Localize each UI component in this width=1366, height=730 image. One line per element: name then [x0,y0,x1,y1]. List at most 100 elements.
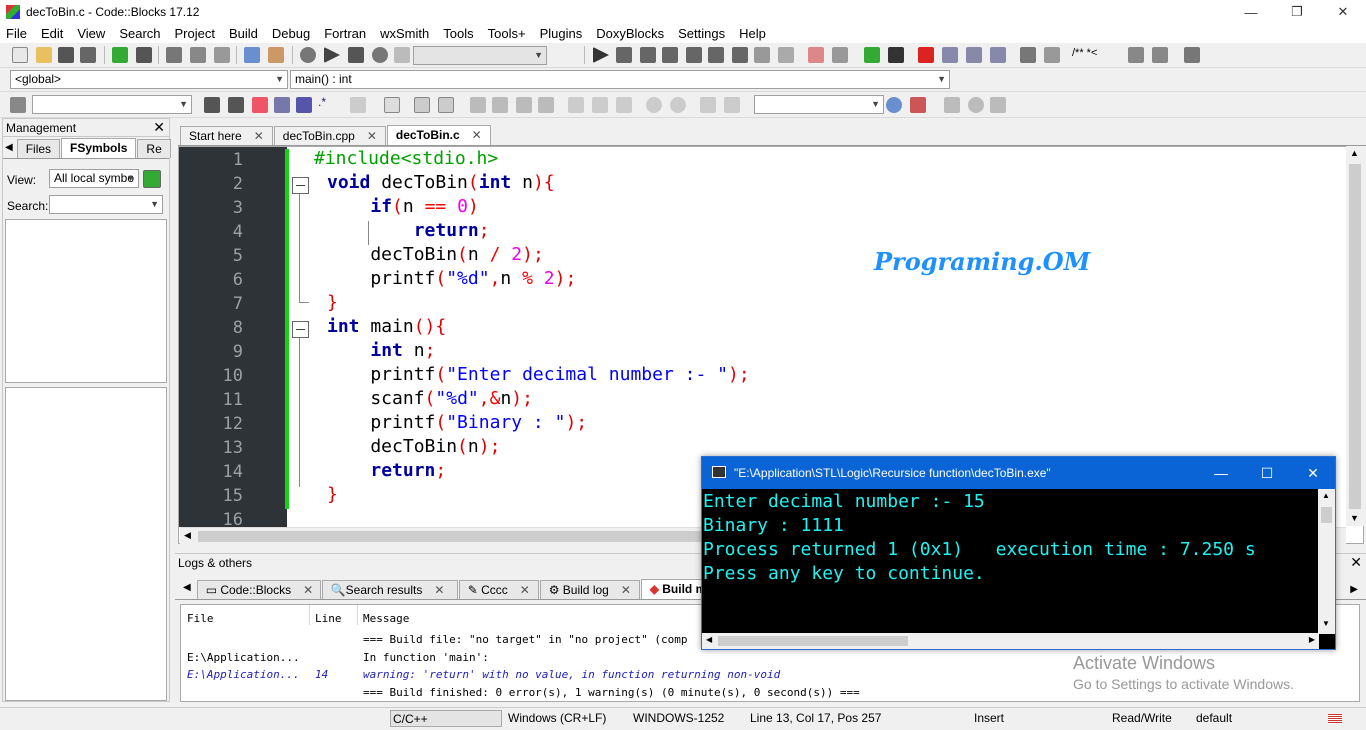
open-file-icon[interactable] [36,47,52,63]
build-run-icon[interactable] [348,47,364,63]
scroll-down-icon[interactable]: ▼ [1322,619,1330,628]
tab-search-results[interactable]: 🔍Search results ✕ [321,580,458,599]
step-instruction-icon[interactable] [732,47,748,63]
tab-resources[interactable]: Re [137,139,171,158]
clear-search-icon[interactable] [10,97,26,113]
s-tool-icon[interactable] [700,97,716,113]
run-to-cursor-icon[interactable] [616,47,632,63]
symbol-search-input[interactable]: ▼ [754,95,884,114]
debug-info-icon[interactable] [832,47,848,63]
next-line-icon[interactable] [640,47,656,63]
save-all-icon[interactable] [80,47,96,63]
abort-icon[interactable] [394,47,410,63]
view-select[interactable]: All local symbo ▼ [49,169,139,188]
menu-edit[interactable]: Edit [41,26,63,41]
code-line[interactable]: } [327,291,750,315]
scroll-left-icon[interactable]: ◀ [184,530,191,541]
fold-toggle-icon[interactable] [292,321,309,338]
debug-run-icon[interactable] [593,47,609,63]
console-window[interactable]: "E:\Application\STL\Logic\Recursice func… [701,456,1336,650]
debug-windows-icon[interactable] [808,47,824,63]
tab-dectobin-c[interactable]: decToBin.c ✕ [386,125,491,145]
nassi-icon[interactable] [568,97,584,113]
close-icon[interactable]: ✕ [621,583,631,597]
close-button[interactable]: ✕ [1320,0,1366,24]
code-line[interactable]: printf("%d",n % 2); [327,267,750,291]
c-tool-icon[interactable] [724,97,740,113]
console-maximize-button[interactable]: ☐ [1244,457,1290,489]
menu-file[interactable]: File [6,26,27,41]
close-icon[interactable]: ✕ [153,119,165,136]
bookmark-toggle-icon[interactable] [918,47,934,63]
find-next-icon[interactable] [228,97,244,113]
console-close-button[interactable]: ✕ [1290,457,1336,489]
close-icon[interactable]: ✕ [303,583,313,597]
nav-back-icon[interactable] [944,97,960,113]
bookmark-prev-icon[interactable] [942,47,958,63]
doxywizard-icon[interactable] [1020,47,1036,63]
menu-tools[interactable]: Tools [443,26,473,41]
menu-search[interactable]: Search [119,26,160,41]
menu-settings[interactable]: Settings [678,26,725,41]
code-line[interactable]: printf("Binary : "); [327,411,750,435]
scope-select[interactable]: <global> ▼ [10,70,288,89]
selected-text-icon[interactable] [274,97,290,113]
console-minimize-button[interactable]: — [1198,457,1244,489]
pause-icon[interactable] [754,47,770,63]
incremental-search-input[interactable]: ▼ [32,95,192,114]
scroll-up-icon[interactable]: ▲ [1322,491,1330,500]
menu-fortran[interactable]: Fortran [324,26,366,41]
doxy-html-icon[interactable] [1128,47,1144,63]
scroll-right-icon[interactable]: ▶ [1309,635,1315,644]
tab-cccc[interactable]: ✎ Cccc ✕ [458,580,539,599]
match-case-icon[interactable] [296,97,312,113]
code-line[interactable]: return; [327,459,750,483]
code-line[interactable]: return; [327,219,750,243]
scroll-down-icon[interactable]: ▼ [1350,513,1359,523]
paste-icon[interactable] [214,47,230,63]
symbol-find-icon[interactable] [886,97,902,113]
tab-scroll-left-icon[interactable]: ◀ [183,582,191,593]
code-line[interactable]: decToBin(n / 2); [327,243,750,267]
nav-forward-icon[interactable] [990,97,1006,113]
find-prev-icon[interactable] [204,97,220,113]
tab-codeblocks-log[interactable]: ▭ Code::Blocks ✕ [196,580,321,599]
next-instruction-icon[interactable] [708,47,724,63]
save-icon[interactable] [58,47,74,63]
stop-debug-icon[interactable] [778,47,794,63]
menu-help[interactable]: Help [739,26,766,41]
close-icon[interactable]: ✕ [1350,554,1362,571]
doxy-help-icon[interactable] [1152,47,1168,63]
menu-build[interactable]: Build [229,26,258,41]
code-line[interactable]: decToBin(n); [327,435,750,459]
console-title-bar[interactable]: "E:\Application\STL\Logic\Recursice func… [702,457,1335,489]
close-icon[interactable]: ✕ [367,129,377,143]
symbol-search-field[interactable]: ▼ [49,195,163,214]
rebuild-icon[interactable] [372,47,388,63]
scroll-thumb[interactable] [1321,507,1332,523]
zoom-out-icon[interactable] [670,97,686,113]
nassi-switch-icon[interactable] [592,97,608,113]
align-right-icon[interactable] [516,97,532,113]
close-icon[interactable]: ✕ [520,583,530,597]
undo-icon[interactable] [112,47,128,63]
code-line[interactable]: int main(){ [327,315,750,339]
scroll-thumb[interactable] [718,636,908,646]
menu-wxsmith[interactable]: wxSmith [380,26,429,41]
nav-home-icon[interactable] [968,97,984,113]
tab-scroll-left-icon[interactable]: ◀ [5,142,13,153]
column-header-message[interactable]: Message [363,612,409,625]
code-line[interactable]: int n; [327,339,750,363]
doxy-config-icon[interactable] [1184,47,1200,63]
symbols-tree[interactable] [5,219,167,383]
align-left-icon[interactable] [470,97,486,113]
menu-plugins[interactable]: Plugins [540,26,583,41]
menu-doxyblocks[interactable]: DoxyBlocks [596,26,664,41]
console-vertical-scrollbar[interactable]: ▲ ▼ [1318,489,1335,634]
menu-tools-plus[interactable]: Tools+ [488,26,526,41]
menu-debug[interactable]: Debug [272,26,310,41]
align-justify-icon[interactable] [538,97,554,113]
copy-icon[interactable] [190,47,206,63]
column-header-file[interactable]: File [187,612,214,625]
shape-image-icon[interactable] [414,97,430,113]
